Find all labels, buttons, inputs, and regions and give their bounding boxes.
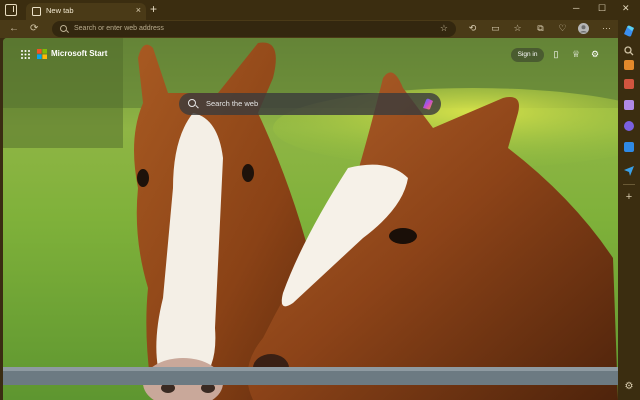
tab-new-tab[interactable]: New tab × xyxy=(26,3,146,20)
sidebar-divider xyxy=(623,184,635,185)
favorite-star-icon[interactable]: ☆ xyxy=(440,23,448,34)
new-tab-page: Microsoft Start Sign in ▯ ♕ ⚙ Search the… xyxy=(3,38,618,400)
collections-icon[interactable]: ⧉ xyxy=(535,23,546,34)
web-search-box[interactable]: Search the web xyxy=(179,93,441,115)
microsoft-logo-icon xyxy=(37,49,47,59)
favorites-icon[interactable]: ☆ xyxy=(512,23,523,34)
sidebar-settings-icon[interactable]: ⚙ xyxy=(624,382,634,392)
send-icon[interactable] xyxy=(624,163,634,176)
new-tab-button[interactable]: + xyxy=(150,2,157,16)
close-window-button[interactable]: ✕ xyxy=(622,3,630,14)
tab-close-button[interactable]: × xyxy=(136,5,141,15)
address-bar[interactable]: Search or enter web address ☆ xyxy=(52,21,456,37)
minimize-button[interactable]: ─ xyxy=(573,3,579,13)
address-input[interactable]: Search or enter web address xyxy=(74,25,164,32)
mobile-icon[interactable]: ▯ xyxy=(550,48,562,60)
add-sidebar-app-button[interactable]: + xyxy=(624,192,634,203)
games-icon[interactable] xyxy=(624,100,634,110)
title-bar: New tab × + ─ ☐ ✕ xyxy=(0,0,640,20)
m365-icon[interactable] xyxy=(624,121,634,131)
page-settings-icon[interactable]: ⚙ xyxy=(589,48,601,60)
new-tab-favicon-icon xyxy=(32,7,41,16)
app-launcher-icon[interactable] xyxy=(21,50,30,59)
sign-in-button[interactable]: Sign in xyxy=(511,48,544,62)
outlook-icon[interactable] xyxy=(624,142,634,152)
sidebar-search-icon[interactable] xyxy=(624,43,634,56)
copilot-search-icon[interactable] xyxy=(421,97,435,111)
search-icon xyxy=(60,25,67,32)
browser-essentials-icon[interactable]: ♡ xyxy=(557,23,568,34)
rewards-icon[interactable]: ♕ xyxy=(570,48,582,60)
tab-actions-icon[interactable] xyxy=(5,4,17,16)
briefcase-icon[interactable] xyxy=(624,60,634,70)
maximize-button[interactable]: ☐ xyxy=(598,3,606,14)
copilot-icon[interactable] xyxy=(623,24,635,37)
toolbar: ← ⟳ Search or enter web address ☆ ⟲ ▭ ☆ … xyxy=(0,20,640,38)
split-screen-icon[interactable]: ▭ xyxy=(490,23,501,34)
more-menu-button[interactable]: ··· xyxy=(601,23,612,34)
back-button[interactable]: ← xyxy=(9,22,19,36)
refresh-button[interactable]: ⟳ xyxy=(30,22,38,36)
search-input[interactable]: Search the web xyxy=(206,99,258,108)
search-box-icon xyxy=(188,99,196,107)
extensions-icon[interactable]: ⟲ xyxy=(467,23,478,34)
sidebar: + ⚙ xyxy=(618,20,640,400)
profile-avatar[interactable] xyxy=(578,23,589,34)
brand-name: Microsoft Start xyxy=(51,49,108,58)
tab-title: New tab xyxy=(46,6,74,15)
shopping-icon[interactable] xyxy=(624,79,634,89)
